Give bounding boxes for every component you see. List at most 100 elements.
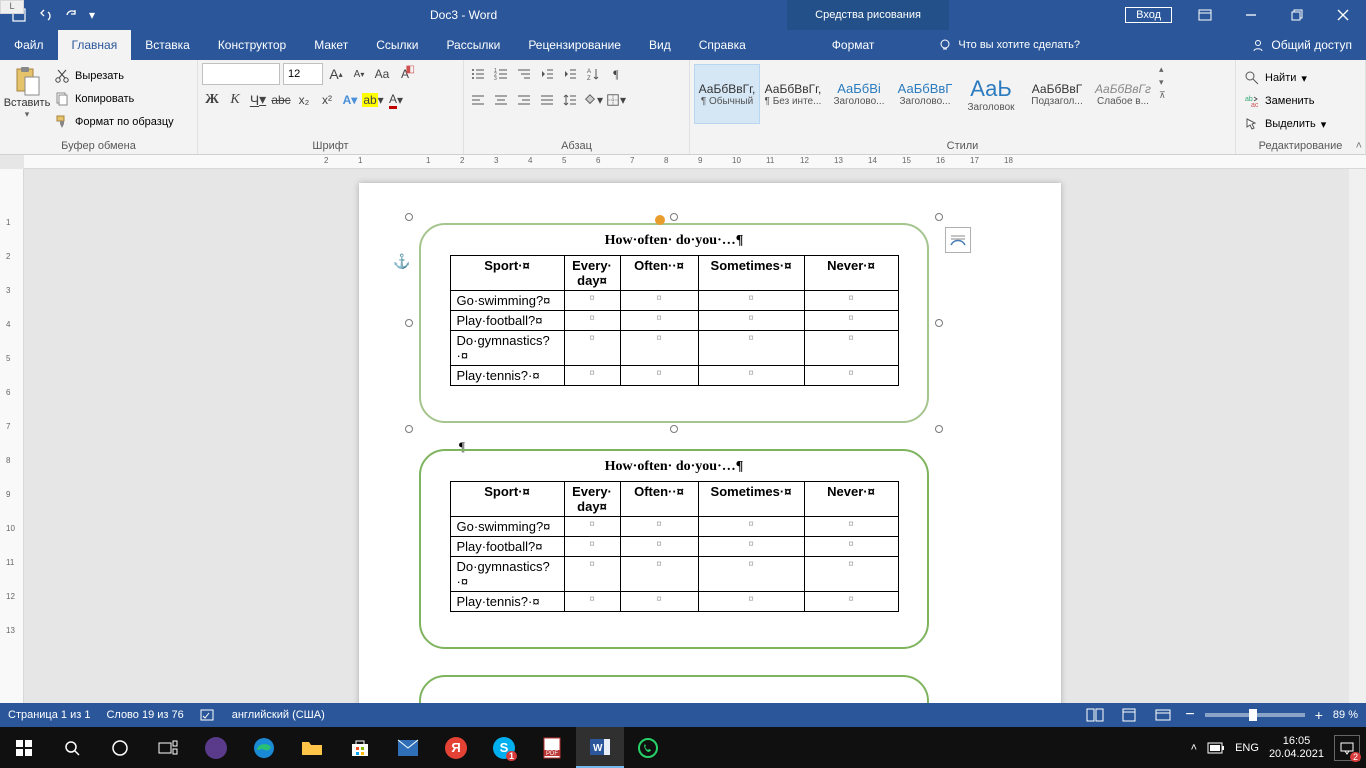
tray-chevron-icon[interactable]: ˄ [1191, 742, 1197, 754]
tab-file[interactable]: Файл [0, 30, 58, 60]
format-painter-button[interactable]: Формат по образцу [50, 111, 178, 133]
resize-handle-se[interactable] [935, 425, 943, 433]
grow-font-button[interactable]: A▴ [326, 63, 346, 85]
tab-format[interactable]: Формат [818, 30, 889, 60]
text-effects-button[interactable]: A▾ [340, 89, 360, 111]
resize-handle-sw[interactable] [405, 425, 413, 433]
collapse-ribbon-icon[interactable]: ˄ [1356, 140, 1362, 152]
zoom-in-button[interactable]: + [1315, 707, 1323, 723]
tray-language[interactable]: ENG [1235, 742, 1259, 754]
sign-in-button[interactable]: Вход [1125, 7, 1172, 23]
font-color-button[interactable]: A▾ [386, 89, 406, 111]
tell-me-search[interactable]: Что вы хотите сделать? [938, 30, 1080, 60]
cortana-button[interactable] [96, 727, 144, 768]
status-language[interactable]: английский (США) [232, 709, 325, 721]
italic-button[interactable]: К [225, 89, 245, 111]
shape-frame-1[interactable]: How·often· do·you·…¶ Sport·¤Every·day¤Of… [419, 223, 929, 423]
status-words[interactable]: Слово 19 из 76 [106, 709, 183, 721]
qat-more-icon[interactable]: ▾ [84, 0, 100, 30]
share-button[interactable]: Общий доступ [1251, 30, 1352, 60]
undo-icon[interactable] [32, 0, 58, 30]
taskbar-skype[interactable]: S1 [480, 727, 528, 768]
align-center-button[interactable] [491, 89, 511, 111]
tab-home[interactable]: Главная [58, 30, 132, 60]
zoom-value[interactable]: 89 % [1333, 709, 1358, 721]
align-left-button[interactable] [468, 89, 488, 111]
copy-button[interactable]: Копировать [50, 88, 178, 110]
replace-button[interactable]: abacЗаменить [1240, 90, 1330, 112]
taskbar-pdf[interactable]: PDF [528, 727, 576, 768]
taskbar-explorer[interactable] [288, 727, 336, 768]
vertical-scrollbar[interactable] [1349, 169, 1366, 741]
taskbar-yandex[interactable]: Я [432, 727, 480, 768]
tab-insert[interactable]: Вставка [131, 30, 204, 60]
resize-handle-w[interactable] [405, 319, 413, 327]
superscript-button[interactable]: x² [317, 89, 337, 111]
taskbar-word[interactable]: W [576, 727, 624, 768]
tray-clock[interactable]: 16:0520.04.2021 [1269, 735, 1324, 761]
zoom-slider[interactable] [1205, 713, 1305, 717]
align-right-button[interactable] [514, 89, 534, 111]
justify-button[interactable] [537, 89, 557, 111]
resize-handle-n[interactable] [670, 213, 678, 221]
layout-options-button[interactable] [945, 227, 971, 253]
find-button[interactable]: Найти ▾ [1240, 67, 1330, 89]
document-scroll[interactable]: 21123456789101112131415161718 How·often·… [24, 155, 1366, 741]
taskbar-edge[interactable] [240, 727, 288, 768]
tab-review[interactable]: Рецензирование [514, 30, 635, 60]
shape-frame-2[interactable]: How·often· do·you·…¶ Sport·¤Every·day¤Of… [419, 449, 929, 649]
styles-more-icon[interactable]: ⊼ [1159, 90, 1172, 101]
font-size-input[interactable] [283, 63, 323, 85]
zoom-out-button[interactable]: − [1185, 706, 1194, 724]
taskbar-app-1[interactable] [192, 727, 240, 768]
search-button[interactable] [48, 727, 96, 768]
style-4[interactable]: АаЬЗаголовок [958, 64, 1024, 124]
style-3[interactable]: АаБбВвГЗаголово... [892, 64, 958, 124]
subscript-button[interactable]: x₂ [294, 89, 314, 111]
tab-help[interactable]: Справка [685, 30, 760, 60]
view-web-icon[interactable] [1151, 705, 1175, 725]
minimize-icon[interactable] [1228, 0, 1274, 30]
restore-icon[interactable] [1274, 0, 1320, 30]
horizontal-ruler[interactable]: 21123456789101112131415161718 [24, 155, 1366, 169]
view-read-icon[interactable] [1083, 705, 1107, 725]
tab-view[interactable]: Вид [635, 30, 685, 60]
multilevel-list-button[interactable] [514, 63, 534, 85]
taskbar-whatsapp[interactable] [624, 727, 672, 768]
style-0[interactable]: АаБбВвГг,¶ Обычный [694, 64, 760, 124]
task-view-button[interactable] [144, 727, 192, 768]
anchor-icon[interactable]: ⚓ [393, 253, 410, 270]
cut-button[interactable]: Вырезать [50, 65, 178, 87]
status-page[interactable]: Страница 1 из 1 [8, 709, 90, 721]
resize-handle-s[interactable] [670, 425, 678, 433]
bold-button[interactable]: Ж [202, 89, 222, 111]
view-print-icon[interactable] [1117, 705, 1141, 725]
notification-center[interactable]: 2 [1334, 735, 1360, 761]
highlight-button[interactable]: ab▾ [363, 89, 383, 111]
style-1[interactable]: АаБбВвГг,¶ Без инте... [760, 64, 826, 124]
clear-format-button[interactable]: A◧ [395, 63, 415, 85]
font-name-input[interactable] [202, 63, 280, 85]
numbering-button[interactable]: 123 [491, 63, 511, 85]
tab-mailings[interactable]: Рассылки [432, 30, 514, 60]
style-6[interactable]: АаБбВвГгСлабое в... [1090, 64, 1156, 124]
zoom-thumb[interactable] [1249, 709, 1257, 721]
pilcrow-button[interactable]: ¶ [606, 63, 626, 85]
battery-icon[interactable] [1207, 741, 1225, 755]
select-button[interactable]: Выделить ▾ [1240, 113, 1330, 135]
taskbar-mail[interactable] [384, 727, 432, 768]
borders-button[interactable]: ▾ [606, 89, 626, 111]
styles-down-icon[interactable]: ▾ [1159, 77, 1172, 88]
taskbar-store[interactable] [336, 727, 384, 768]
decrease-indent-button[interactable] [537, 63, 557, 85]
styles-up-icon[interactable]: ▴ [1159, 64, 1172, 75]
change-case-button[interactable]: Aa [372, 63, 392, 85]
status-spell-icon[interactable] [200, 708, 216, 722]
style-2[interactable]: АаБбВіЗаголово... [826, 64, 892, 124]
resize-handle-e[interactable] [935, 319, 943, 327]
increase-indent-button[interactable] [560, 63, 580, 85]
resize-handle-ne[interactable] [935, 213, 943, 221]
tab-design[interactable]: Конструктор [204, 30, 300, 60]
shrink-font-button[interactable]: A▾ [349, 63, 369, 85]
strike-button[interactable]: abc [271, 89, 291, 111]
